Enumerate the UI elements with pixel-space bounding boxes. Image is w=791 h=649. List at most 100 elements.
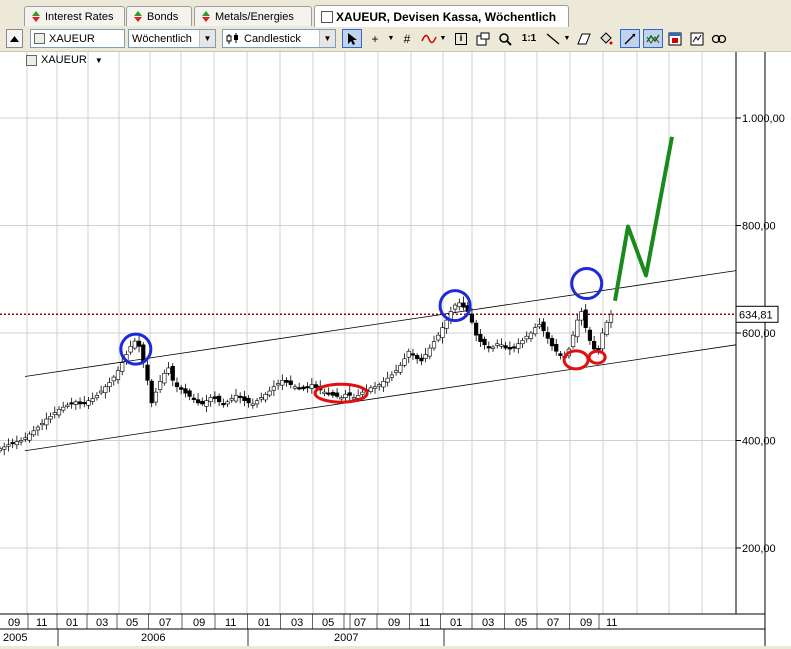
properties-button[interactable]: [688, 29, 706, 48]
paint-tool-button[interactable]: [597, 29, 615, 48]
collapse-button[interactable]: [6, 29, 23, 48]
candle-body: [490, 346, 496, 349]
candle-body: [528, 332, 534, 339]
candle-body: [301, 386, 306, 390]
candle-body: [179, 387, 184, 390]
candle-body: [204, 400, 209, 407]
x-month-label: 09: [193, 617, 205, 629]
auto-scale-button[interactable]: [620, 29, 640, 48]
candle-body: [541, 321, 546, 332]
data-window-icon: [476, 32, 490, 45]
candle-body: [229, 398, 234, 401]
candle-body: [423, 354, 428, 359]
candle-body: [200, 400, 205, 405]
period-select[interactable]: Wöchentlich ▼: [128, 29, 216, 48]
x-month-label: 05: [322, 617, 334, 629]
candle-body: [246, 398, 251, 404]
indicator-overlay-button[interactable]: [643, 29, 663, 48]
chevron-down-icon[interactable]: ▼: [199, 30, 215, 47]
tab-metals-energies[interactable]: Metals/Energies: [194, 6, 312, 26]
candle-body: [271, 386, 276, 391]
crosshair-tool-button[interactable]: +: [366, 29, 384, 48]
candle-body: [427, 347, 432, 357]
line-menu-button[interactable]: ▼: [562, 29, 572, 48]
y-axis-panel: [736, 52, 791, 646]
candle-body: [52, 412, 57, 415]
annotation-projection-path: [613, 136, 674, 302]
triangle-up-icon: [10, 35, 19, 42]
x-month-label: 07: [547, 617, 559, 629]
candle-body: [69, 402, 74, 405]
price-chart[interactable]: 1.000,00 800,00 600,00 400,00 200,00 634,81 09…: [0, 52, 791, 646]
candle-body: [145, 364, 150, 381]
candle-body: [385, 377, 390, 383]
crosshair-menu-button[interactable]: ▼: [386, 29, 396, 48]
candle-body: [478, 334, 483, 342]
chart-legend[interactable]: XAUEUR ▼: [26, 53, 103, 67]
candle-body: [120, 362, 125, 372]
candlestick-icon: [226, 32, 238, 44]
chevron-down-icon[interactable]: ▼: [95, 56, 103, 65]
auto-scale-icon: [624, 33, 636, 44]
candle-body: [212, 396, 218, 399]
candle-body: [40, 422, 45, 426]
x-month-label: 03: [482, 617, 494, 629]
x-month-label: 07: [159, 617, 171, 629]
indicator-tool-button[interactable]: [420, 29, 438, 48]
x-month-label: 11: [419, 617, 430, 629]
candle-body: [469, 313, 475, 323]
chart-type-select[interactable]: Candlestick ▼: [222, 29, 336, 48]
data-window-button[interactable]: [474, 29, 492, 48]
candle-body: [259, 397, 264, 400]
eraser-icon: [577, 33, 591, 44]
y-tick-label: 200,00: [742, 543, 776, 555]
indicator-menu-button[interactable]: ▼: [438, 29, 448, 48]
y-tick-label: 400,00: [742, 436, 776, 448]
candle-body: [313, 384, 319, 389]
period-value: Wöchentlich: [132, 32, 192, 45]
x-month-label: 03: [96, 617, 108, 629]
candle-body: [444, 319, 449, 329]
tab-bar: Interest Rates Bonds Metals/Energies XAU…: [0, 0, 791, 28]
legend-symbol: XAUEUR: [41, 54, 87, 66]
candle-body: [579, 311, 584, 321]
candle-body: [90, 398, 95, 402]
current-price-label: 634,81: [739, 309, 773, 321]
candle-body: [288, 380, 293, 385]
chevron-down-icon[interactable]: ▼: [319, 30, 335, 47]
grid-tool-button[interactable]: #: [398, 29, 416, 48]
symbol-field[interactable]: XAUEUR: [30, 29, 125, 48]
y-tick-label: 600,00: [742, 328, 776, 340]
line-tool-button[interactable]: [544, 29, 562, 48]
candle-body: [254, 400, 260, 405]
zoom-tool-button[interactable]: [496, 29, 514, 48]
x-month-label: 11: [225, 617, 236, 629]
info-tool-button[interactable]: i: [452, 29, 470, 48]
candle-body: [415, 355, 420, 360]
candle-body: [242, 396, 247, 402]
properties-icon: [690, 32, 704, 45]
eraser-tool-button[interactable]: [575, 29, 593, 48]
tab-interest-rates[interactable]: Interest Rates: [24, 6, 125, 26]
chevron-down-icon: ▼: [439, 35, 447, 42]
candle-body: [162, 373, 167, 384]
chart-area[interactable]: 1.000,00 800,00 600,00 400,00 200,00 634,81 09…: [0, 52, 791, 646]
candle-body: [280, 379, 285, 386]
window-layout-button[interactable]: [666, 29, 684, 48]
candle-body: [263, 393, 268, 401]
link-button[interactable]: [710, 29, 728, 48]
tab-xaueur-chart[interactable]: XAUEUR, Devisen Kassa, Wöchentlich: [314, 5, 569, 27]
ratio-button[interactable]: 1:1: [518, 29, 540, 48]
candle-body: [183, 388, 188, 394]
pointer-tool-button[interactable]: [342, 29, 362, 48]
annotation-ellipse-low-1: [562, 349, 590, 371]
candle-body: [474, 322, 479, 336]
cursor-arrow-icon: [348, 32, 357, 45]
candle-body: [238, 395, 243, 398]
tab-bonds[interactable]: Bonds: [126, 6, 192, 26]
candle-body: [86, 400, 91, 406]
candle-body: [166, 367, 171, 374]
candle-body: [377, 384, 382, 387]
candle-body: [343, 393, 348, 398]
candle-body: [335, 392, 340, 397]
